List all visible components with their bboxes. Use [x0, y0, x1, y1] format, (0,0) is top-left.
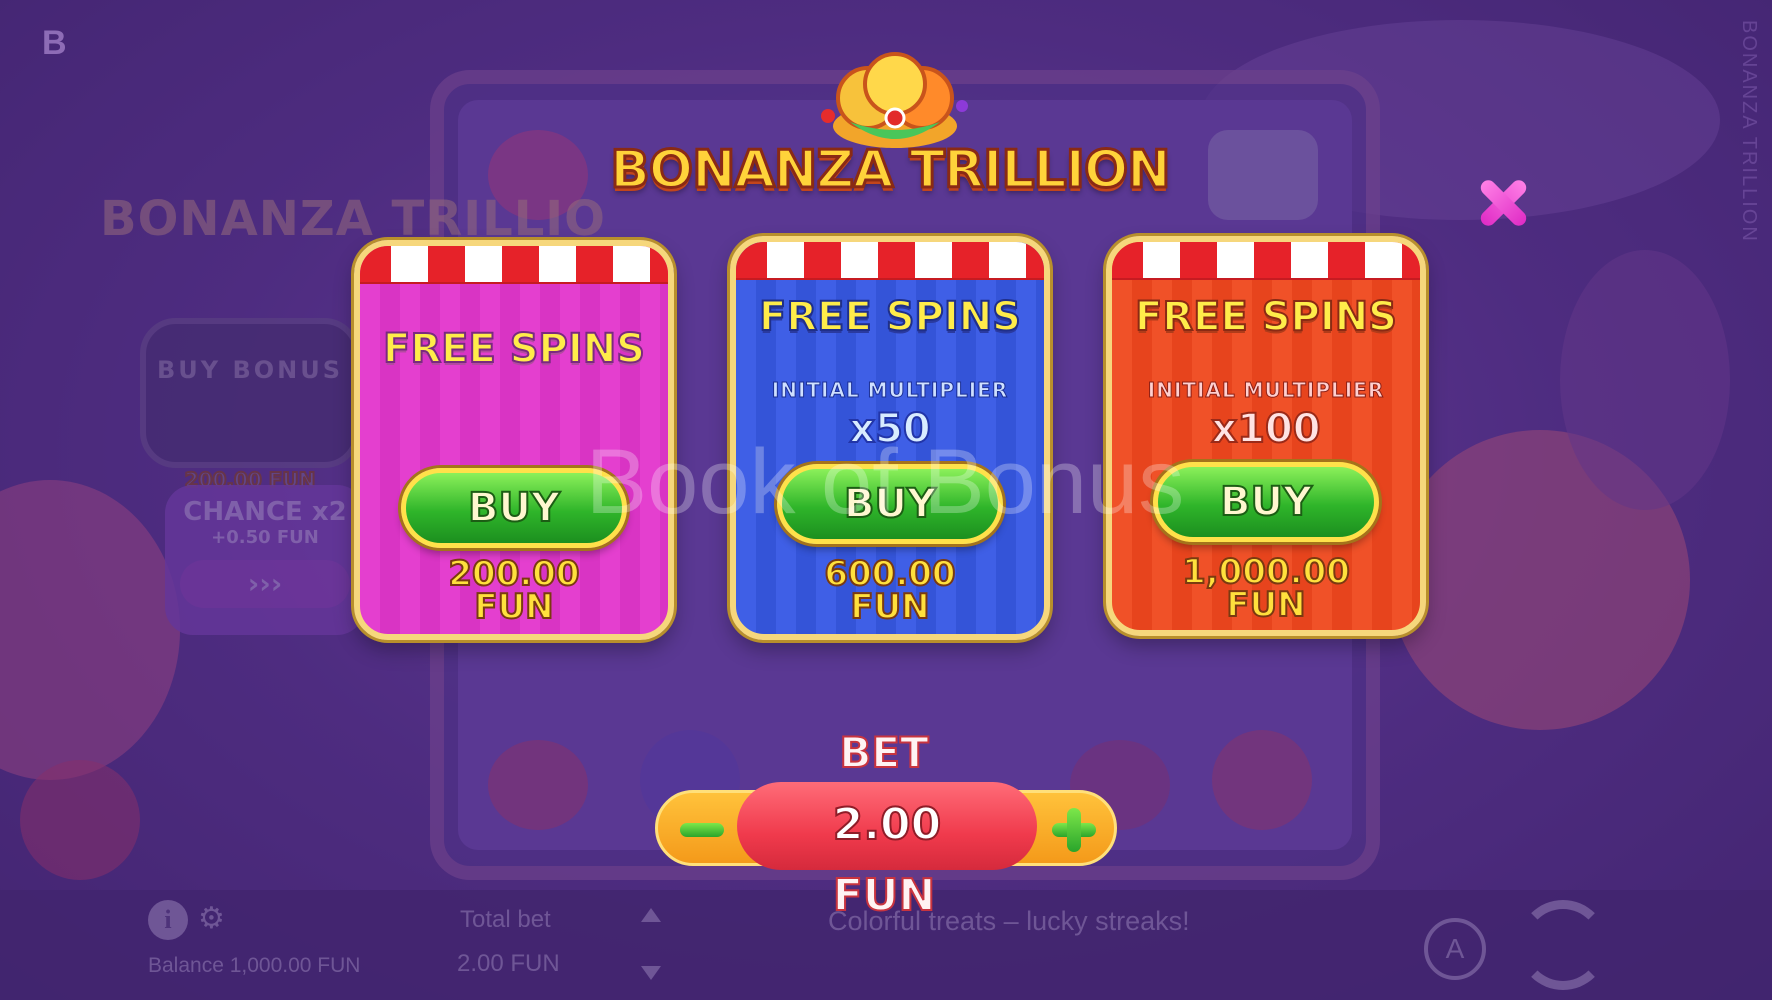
- bet-minus-button[interactable]: [680, 808, 724, 852]
- bet-plus-button[interactable]: [1052, 808, 1096, 852]
- multiplier-label: INITIAL MULTIPLIER: [1147, 378, 1385, 403]
- card-price: 1,000.00 FUN: [1112, 554, 1420, 625]
- card-price: 600.00 FUN: [736, 556, 1044, 627]
- awning-decoration: [360, 246, 668, 284]
- card-title: FREE SPINS: [1134, 293, 1398, 341]
- bet-currency: FUN: [832, 869, 937, 922]
- close-button[interactable]: [1476, 176, 1530, 230]
- price-currency: FUN: [473, 587, 554, 627]
- bet-label: BET: [838, 727, 929, 778]
- price-currency: FUN: [1225, 585, 1306, 625]
- card-title: FREE SPINS: [758, 293, 1022, 341]
- bet-value: 2.00: [737, 782, 1037, 870]
- card-price: 200.00 FUN: [360, 556, 668, 627]
- watermark: Book of Bonus: [585, 431, 1185, 533]
- game-logo-text: BONANZA TRILLION: [609, 139, 1172, 202]
- awning-decoration: [736, 242, 1044, 280]
- awning-decoration: [1112, 242, 1420, 280]
- price-currency: FUN: [849, 587, 930, 627]
- game-logo: BONANZA TRILLION: [595, 40, 1185, 205]
- multiplier-label: INITIAL MULTIPLIER: [771, 378, 1009, 403]
- card-title: FREE SPINS: [382, 325, 646, 373]
